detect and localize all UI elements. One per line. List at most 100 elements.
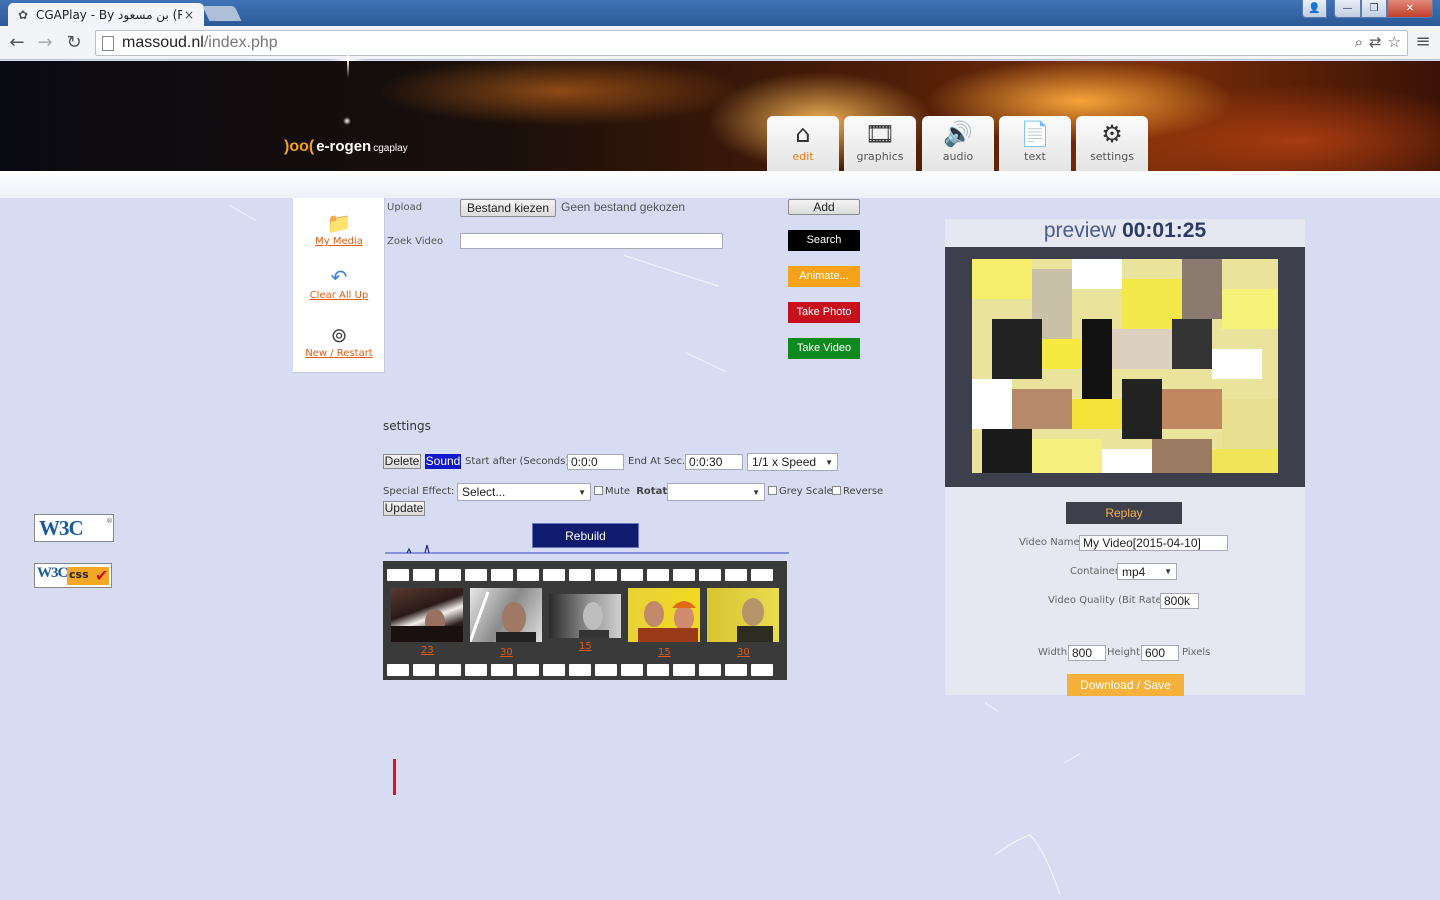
timeline-frame-thumbnail[interactable]	[707, 588, 779, 642]
grey-scale-checkbox[interactable]	[768, 486, 777, 495]
site-logo[interactable]: )oo( e-rogen cgaplay	[284, 138, 408, 156]
subheader-strip	[0, 171, 1440, 198]
film-perforation	[517, 569, 539, 581]
maximize-button[interactable]: ❐	[1361, 0, 1387, 18]
nav-tile-label: graphics	[856, 150, 904, 163]
video-name-input[interactable]: My Video[2015-04-10]	[1079, 535, 1228, 551]
nav-tile-graphics[interactable]: 🎞 graphics	[844, 116, 916, 171]
frame-duration-link[interactable]: 30	[737, 647, 750, 658]
nav-tile-label: settings	[1090, 150, 1134, 163]
height-input[interactable]: 600	[1141, 645, 1179, 661]
sidebar-item-label[interactable]: Clear All Up	[310, 290, 369, 301]
timeline-frame-thumbnail[interactable]	[470, 588, 542, 642]
nav-tile-edit[interactable]: ⌂ edit	[767, 116, 839, 171]
search-video-input[interactable]	[460, 233, 723, 249]
film-perforation	[569, 569, 591, 581]
animate-button[interactable]: Animate...	[788, 266, 860, 287]
film-perforation	[517, 664, 539, 676]
nav-tile-settings[interactable]: ⚙ settings	[1076, 116, 1148, 171]
url-host: massoud.nl	[122, 34, 204, 51]
new-tab-button[interactable]	[202, 6, 242, 21]
film-perforation	[491, 664, 513, 676]
bookmark-star-icon[interactable]: ☆	[1388, 33, 1401, 51]
minimize-button[interactable]: —	[1334, 0, 1361, 18]
sidebar-item-label[interactable]: My Media	[315, 236, 363, 247]
add-button[interactable]: Add	[788, 199, 860, 215]
container-select-value: mp4	[1122, 564, 1146, 579]
preview-panel: preview 00:01:25 Replay Video Name My Vi…	[945, 219, 1305, 696]
sound-button[interactable]: Sound	[425, 454, 461, 469]
delete-button[interactable]: Delete	[383, 454, 421, 469]
film-perforation	[439, 569, 461, 581]
download-save-button[interactable]: Download / Save	[1067, 674, 1184, 696]
browser-menu-icon[interactable]: ≡	[1414, 32, 1432, 52]
film-perforation	[543, 664, 565, 676]
preview-time: 00:01:25	[1122, 219, 1207, 242]
start-after-input[interactable]: 0:0:0	[567, 454, 624, 470]
profile-button[interactable]: 👤	[1302, 0, 1327, 18]
video-quality-input[interactable]: 800k	[1160, 593, 1199, 609]
close-window-button[interactable]: ✕	[1387, 0, 1433, 18]
site-favicon-icon: ✿	[17, 7, 29, 22]
forward-button[interactable]: →	[34, 32, 56, 54]
reload-button[interactable]: ↻	[63, 32, 85, 54]
undo-icon: ↶	[330, 265, 348, 289]
frame-duration-link[interactable]: 23	[421, 645, 434, 656]
special-effect-value: Select...	[462, 485, 506, 499]
w3c-badge-sup: ®	[106, 517, 113, 525]
width-input[interactable]: 800	[1068, 645, 1106, 661]
replay-button[interactable]: Replay	[1066, 502, 1182, 524]
timeline-frame-thumbnail[interactable]	[391, 588, 463, 642]
audio-waveform	[385, 544, 789, 554]
frame-duration-link[interactable]: 15	[658, 647, 671, 658]
video-preview[interactable]	[972, 259, 1278, 473]
update-button[interactable]: Update	[383, 501, 425, 516]
film-perforation	[699, 664, 721, 676]
speed-select[interactable]: 1/1 x Speed ▼	[747, 453, 838, 471]
back-button[interactable]: ←	[6, 32, 28, 54]
timeline-frame-thumbnail[interactable]	[549, 594, 621, 638]
reverse-option[interactable]: Reverse	[832, 486, 883, 497]
sidebar-item-my-media[interactable]: 📁 My Media	[293, 210, 385, 247]
media-sidebar: 📁 My Media ↶ Clear All Up ⊚ New / Restar…	[293, 198, 385, 373]
frame-duration-link[interactable]: 30	[500, 647, 513, 658]
home-icon: ⌂	[795, 120, 811, 148]
translate-icon[interactable]: ⇄	[1369, 33, 1382, 51]
zoom-icon[interactable]: ⌕	[1355, 33, 1363, 51]
end-at-input[interactable]: 0:0:30	[685, 454, 743, 470]
w3c-css-badge[interactable]: W3C css ✔	[34, 563, 112, 588]
film-perforation	[621, 569, 643, 581]
preview-screen	[945, 247, 1305, 487]
sidebar-item-label[interactable]: New / Restart	[305, 348, 372, 359]
search-button[interactable]: Search	[788, 230, 860, 251]
sidebar-item-clear-all-up[interactable]: ↶ Clear All Up	[293, 264, 385, 301]
choose-file-button[interactable]: Bestand kiezen	[460, 199, 556, 217]
film-perforation	[751, 664, 773, 676]
container-select[interactable]: mp4 ▼	[1117, 563, 1177, 580]
timeline-frame-thumbnail[interactable]	[628, 588, 700, 642]
browser-tab[interactable]: ✿ CGAPlay - By بن مسعود (R) ×	[8, 3, 204, 26]
nav-tile-audio[interactable]: 🔊 audio	[922, 116, 994, 171]
reverse-checkbox[interactable]	[832, 486, 841, 495]
take-video-button[interactable]: Take Video	[788, 338, 860, 359]
film-perforation	[543, 569, 565, 581]
tab-close-icon[interactable]: ×	[182, 8, 196, 22]
timeline-filmstrip: 23 30 15 15 30	[383, 561, 787, 680]
w3c-badge[interactable]: W3C ®	[34, 514, 114, 542]
take-photo-button[interactable]: Take Photo	[788, 302, 860, 323]
nav-tile-text[interactable]: 📄 text	[999, 116, 1071, 171]
rotate-select[interactable]: ▼	[667, 483, 765, 501]
text-icon: 📄	[1020, 120, 1050, 148]
film-perforation	[439, 664, 461, 676]
address-bar[interactable]: massoud.nl /index.php ⌕ ⇄ ☆	[95, 30, 1408, 56]
frame-duration-link[interactable]: 15	[579, 641, 592, 652]
background-curve	[994, 834, 1061, 896]
special-effect-select[interactable]: Select... ▼	[457, 483, 591, 501]
folder-icon: 📁	[326, 211, 352, 235]
chevron-down-icon: ▼	[1164, 567, 1172, 576]
grey-scale-option[interactable]: Grey Scale	[768, 486, 833, 497]
film-perforation	[751, 569, 773, 581]
mute-checkbox[interactable]	[594, 486, 603, 495]
mute-option[interactable]: Mute Rotate	[594, 486, 674, 497]
sidebar-item-new-restart[interactable]: ⊚ New / Restart	[293, 322, 385, 359]
